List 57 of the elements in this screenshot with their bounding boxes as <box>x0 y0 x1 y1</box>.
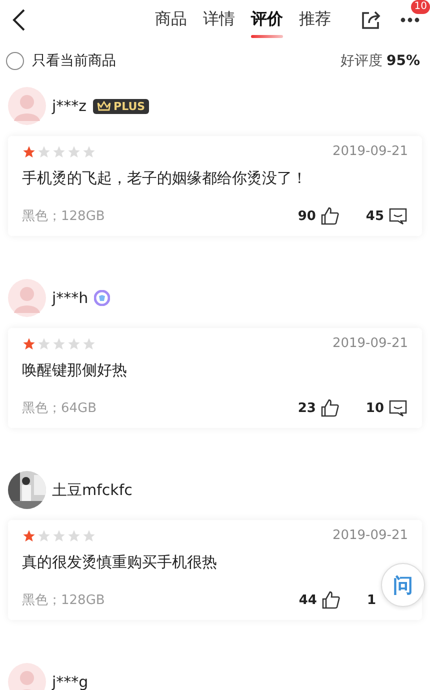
star-icon <box>67 144 81 158</box>
avatar-icon <box>8 87 46 125</box>
comment-count: 10 <box>366 400 384 416</box>
star-icon <box>22 144 36 158</box>
star-icon <box>22 336 36 350</box>
rating-label: 好评度 <box>340 52 382 70</box>
like-count: 44 <box>298 592 317 608</box>
user-name: 土豆mfckfc <box>52 480 132 500</box>
star-icon <box>52 144 66 158</box>
comment-icon[interactable] <box>388 398 408 418</box>
star-icon <box>82 336 96 350</box>
review-date: 2019-09-21 <box>332 144 408 159</box>
plus-badge: PLUS <box>92 98 150 114</box>
star-icon <box>67 336 81 350</box>
notification-badge: 10 <box>411 0 430 14</box>
like-count: 90 <box>298 208 316 224</box>
more-icon <box>400 17 420 23</box>
nav-tab[interactable]: 商品 <box>155 4 187 36</box>
nav-tab[interactable]: 详情 <box>203 4 235 36</box>
review-date: 2019-09-21 <box>332 336 408 351</box>
star-icon <box>37 528 51 542</box>
user-name: j***z <box>52 97 87 115</box>
star-icon <box>82 528 96 542</box>
comment-count: 45 <box>366 208 384 224</box>
nav-tab[interactable]: 推荐 <box>299 4 331 36</box>
avatar-icon <box>8 663 46 690</box>
comment-icon[interactable] <box>388 206 408 226</box>
avatar-icon <box>8 279 46 317</box>
review-text: 手机烫的飞起，老子的姻缘都给你烫没了！ <box>22 169 308 188</box>
product-variant: 黑色；64GB <box>22 400 97 417</box>
star-icon <box>22 528 36 542</box>
share-icon[interactable] <box>360 9 382 31</box>
thumbs-up-icon[interactable] <box>320 398 340 418</box>
product-variant: 黑色；128GB <box>22 592 105 609</box>
star-icon <box>37 336 51 350</box>
review-text: 唤醒键那侧好热 <box>22 361 128 380</box>
filter-label[interactable]: 只看当前商品 <box>32 52 116 70</box>
nav-tab[interactable]: 评价 <box>251 4 283 36</box>
comment-count: 1 <box>366 592 376 608</box>
thumbs-up-icon[interactable] <box>320 206 340 226</box>
review-date: 2019-09-21 <box>332 528 408 543</box>
medal-icon <box>94 290 110 306</box>
back-icon[interactable] <box>12 8 26 32</box>
rating-value: 95% <box>386 53 420 69</box>
radio-button[interactable] <box>6 52 24 70</box>
star-icon <box>52 528 66 542</box>
like-count: 23 <box>298 400 316 416</box>
product-variant: 黑色；128GB <box>22 208 105 225</box>
thumbs-up-icon[interactable] <box>320 590 341 610</box>
user-name: j***h <box>52 289 88 307</box>
user-name: j***g <box>52 673 88 690</box>
crown-icon <box>96 101 111 111</box>
star-icon <box>37 144 51 158</box>
star-icon <box>82 144 96 158</box>
review-text: 真的很发烫慎重购买手机很热 <box>22 553 218 572</box>
star-icon <box>52 336 66 350</box>
star-icon <box>67 528 81 542</box>
